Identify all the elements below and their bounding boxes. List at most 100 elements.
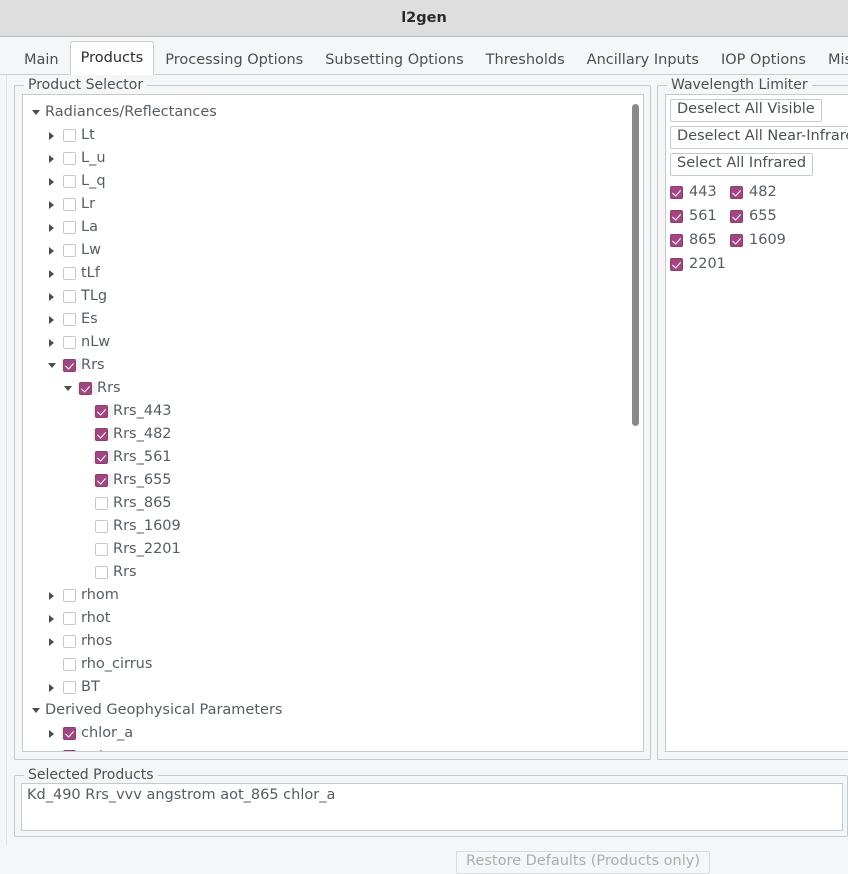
- wavelength-checkbox-2201[interactable]: [670, 257, 683, 271]
- tree-checkbox-wrap[interactable]: [93, 474, 113, 487]
- tree-checkbox-wrap[interactable]: [61, 198, 81, 211]
- tree-checkbox[interactable]: [95, 428, 108, 441]
- chevron-right-icon[interactable]: [45, 308, 61, 331]
- chevron-right-icon[interactable]: [45, 124, 61, 147]
- wavelength-item-655[interactable]: 655: [730, 207, 802, 226]
- tree-node[interactable]: Rrs: [23, 561, 623, 584]
- tab-subsetting-options[interactable]: Subsetting Options: [314, 45, 474, 76]
- tab-iop-options[interactable]: IOP Options: [710, 45, 817, 76]
- wavelength-deselect-all-near-infrared-button[interactable]: Deselect All Near-Infrared: [670, 125, 848, 149]
- chevron-right-icon[interactable]: [45, 607, 61, 630]
- tree-node[interactable]: rhos: [23, 630, 623, 653]
- tree-checkbox-wrap[interactable]: [93, 520, 113, 533]
- wavelength-checkbox-655[interactable]: [730, 209, 743, 223]
- tab-products[interactable]: Products: [69, 40, 155, 75]
- tree-checkbox[interactable]: [63, 198, 76, 211]
- tree-node[interactable]: Lw: [23, 239, 623, 262]
- tree-checkbox[interactable]: [63, 152, 76, 165]
- tree-checkbox-wrap[interactable]: [61, 359, 81, 372]
- wavelength-item-2201[interactable]: 2201: [670, 255, 730, 274]
- tree-checkbox-wrap[interactable]: [61, 727, 81, 740]
- tree-node[interactable]: Rrs: [23, 354, 623, 377]
- tree-checkbox[interactable]: [63, 658, 76, 671]
- tab-miscellaneous[interactable]: Miscellaneous: [817, 45, 848, 76]
- tree-checkbox-wrap[interactable]: [61, 750, 81, 751]
- restore-defaults-button[interactable]: Restore Defaults (Products only): [456, 851, 710, 874]
- chevron-right-icon[interactable]: [45, 147, 61, 170]
- tree-checkbox[interactable]: [95, 520, 108, 533]
- tree-node[interactable]: chlor_a: [23, 722, 623, 745]
- tree-checkbox-wrap[interactable]: [93, 566, 113, 579]
- product-tree-scroll-thumb[interactable]: [632, 104, 639, 426]
- tree-node[interactable]: Es: [23, 308, 623, 331]
- tree-node[interactable]: Rrs_655: [23, 469, 623, 492]
- tree-checkbox[interactable]: [95, 451, 108, 464]
- tree-checkbox[interactable]: [95, 566, 108, 579]
- tree-checkbox-wrap[interactable]: [61, 267, 81, 280]
- tree-checkbox[interactable]: [63, 175, 76, 188]
- tree-checkbox-wrap[interactable]: [61, 290, 81, 303]
- tree-checkbox-wrap[interactable]: [93, 405, 113, 418]
- chevron-right-icon[interactable]: [45, 239, 61, 262]
- tree-checkbox[interactable]: [63, 612, 76, 625]
- tree-checkbox-wrap[interactable]: [61, 336, 81, 349]
- tree-checkbox[interactable]: [95, 497, 108, 510]
- product-tree-container[interactable]: Radiances/Reflectances Lt L_u L_q Lr La Lw tLf T…: [22, 94, 644, 752]
- wavelength-item-561[interactable]: 561: [670, 207, 730, 226]
- tree-node[interactable]: Rrs_561: [23, 446, 623, 469]
- chevron-right-icon[interactable]: [45, 630, 61, 653]
- tree-checkbox-wrap[interactable]: [93, 497, 113, 510]
- tree-checkbox-wrap[interactable]: [93, 543, 113, 556]
- tree-checkbox[interactable]: [63, 750, 76, 751]
- tree-node[interactable]: Rrs: [23, 377, 623, 400]
- wavelength-item-443[interactable]: 443: [670, 183, 730, 202]
- chevron-right-icon[interactable]: [45, 331, 61, 354]
- tree-checkbox-wrap[interactable]: [61, 635, 81, 648]
- tree-node[interactable]: Radiances/Reflectances: [23, 101, 623, 124]
- tree-node[interactable]: rhot: [23, 607, 623, 630]
- tree-node[interactable]: Lr: [23, 193, 623, 216]
- tree-checkbox[interactable]: [63, 359, 76, 372]
- tree-checkbox[interactable]: [95, 543, 108, 556]
- tab-ancillary-inputs[interactable]: Ancillary Inputs: [576, 45, 710, 76]
- tree-node[interactable]: L_u: [23, 147, 623, 170]
- tree-checkbox-wrap[interactable]: [61, 589, 81, 602]
- tab-thresholds[interactable]: Thresholds: [475, 45, 576, 76]
- tree-checkbox[interactable]: [63, 244, 76, 257]
- wavelength-checkbox-561[interactable]: [670, 209, 683, 223]
- tree-checkbox[interactable]: [95, 405, 108, 418]
- chevron-right-icon[interactable]: [45, 216, 61, 239]
- tree-checkbox[interactable]: [63, 727, 76, 740]
- wavelength-deselect-all-visible-button[interactable]: Deselect All Visible: [670, 99, 822, 122]
- tab-main[interactable]: Main: [13, 45, 70, 76]
- chevron-down-icon[interactable]: [61, 377, 77, 400]
- tree-node[interactable]: tLf: [23, 262, 623, 285]
- tree-checkbox-wrap[interactable]: [61, 612, 81, 625]
- wavelength-checkbox-865[interactable]: [670, 233, 683, 247]
- tree-node[interactable]: TLg: [23, 285, 623, 308]
- chevron-right-icon[interactable]: [45, 170, 61, 193]
- tree-node[interactable]: Lt: [23, 124, 623, 147]
- tab-processing-options[interactable]: Processing Options: [154, 45, 314, 76]
- tree-checkbox-wrap[interactable]: [61, 129, 81, 142]
- tree-checkbox-wrap[interactable]: [61, 175, 81, 188]
- chevron-down-icon[interactable]: [45, 354, 61, 377]
- tree-checkbox[interactable]: [63, 336, 76, 349]
- tree-node[interactable]: Rrs_865: [23, 492, 623, 515]
- tree-checkbox-wrap[interactable]: [61, 681, 81, 694]
- wavelength-checkbox-443[interactable]: [670, 185, 683, 199]
- tree-checkbox-wrap[interactable]: [61, 221, 81, 234]
- tree-checkbox[interactable]: [79, 382, 92, 395]
- wavelength-checkbox-482[interactable]: [730, 185, 743, 199]
- chevron-down-icon[interactable]: [29, 101, 45, 124]
- chevron-right-icon[interactable]: [45, 676, 61, 699]
- tree-node[interactable]: Rrs_1609: [23, 515, 623, 538]
- product-tree-scrollbar[interactable]: [628, 96, 642, 751]
- tree-checkbox[interactable]: [63, 267, 76, 280]
- tree-checkbox-wrap[interactable]: [61, 313, 81, 326]
- tree-checkbox-wrap[interactable]: [61, 658, 81, 671]
- chevron-right-icon[interactable]: [45, 285, 61, 308]
- chevron-down-icon[interactable]: [29, 699, 45, 722]
- wavelength-checkbox-1609[interactable]: [730, 233, 743, 247]
- tree-checkbox[interactable]: [63, 313, 76, 326]
